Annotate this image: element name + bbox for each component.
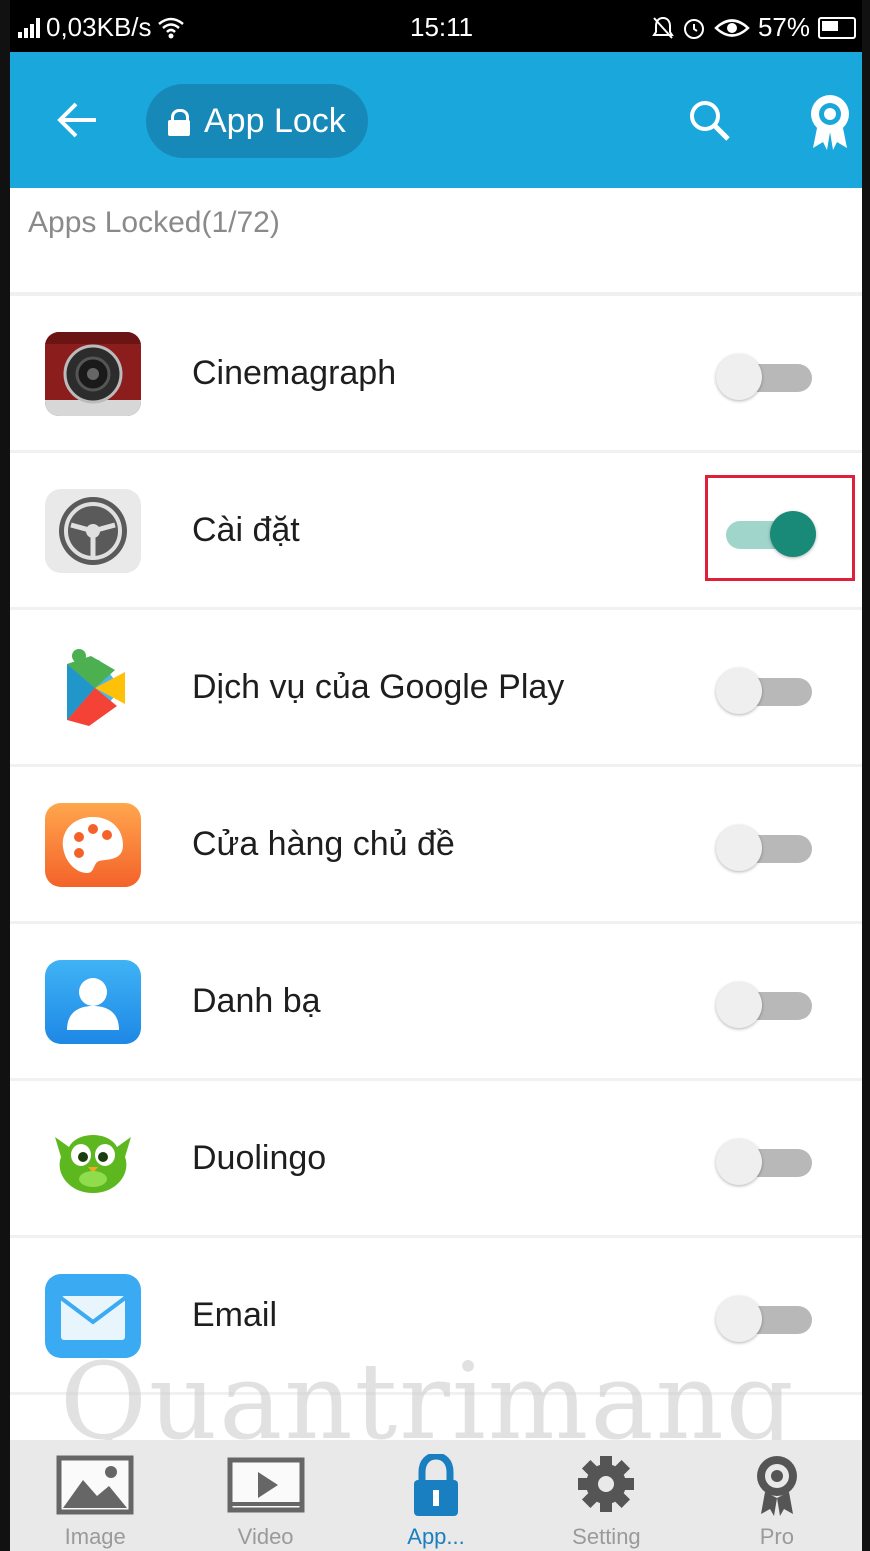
gear-icon <box>578 1456 635 1512</box>
status-left: 0,03KB/s <box>18 12 184 43</box>
app-row-duolingo[interactable]: Duolingo <box>10 1081 862 1238</box>
image-icon <box>56 1455 134 1515</box>
nav-label: Image <box>64 1524 126 1549</box>
lock-toggle[interactable] <box>716 354 814 400</box>
bell-off-icon <box>652 16 674 39</box>
phone-screen: 0,03KB/s 15:11 57% App Lock Apps Locked(… <box>0 0 870 1551</box>
app-row-cinemagraph[interactable]: Cinemagraph <box>10 296 862 453</box>
battery-percent: 57% <box>757 12 810 42</box>
device-frame-right <box>862 0 870 1551</box>
nav-app-lock[interactable]: App... <box>351 1440 521 1551</box>
theme-store-icon <box>45 803 141 887</box>
eye-icon <box>714 18 750 37</box>
nav-video[interactable]: Video <box>180 1440 350 1551</box>
signal-icon <box>18 17 40 38</box>
email-icon <box>45 1274 141 1358</box>
contacts-icon <box>45 960 141 1044</box>
clock: 15:11 <box>410 12 474 42</box>
award-icon <box>756 1456 797 1516</box>
wifi-icon <box>157 17 184 38</box>
app-name: Cửa hàng chủ đề <box>192 825 455 863</box>
settings-icon <box>45 489 141 573</box>
apps-locked-header: Apps Locked(1/72) <box>28 206 280 239</box>
nav-setting[interactable]: Setting <box>521 1440 691 1551</box>
cinemagraph-icon <box>45 332 141 416</box>
lock-toggle[interactable] <box>716 668 814 714</box>
lock-toggle[interactable] <box>716 1139 814 1185</box>
app-row-email[interactable]: Email <box>10 1238 862 1395</box>
app-row-theme-store[interactable]: Cửa hàng chủ đề <box>10 767 862 924</box>
app-row-settings[interactable]: Cài đặt <box>10 453 862 610</box>
lock-icon <box>168 109 190 136</box>
award-icon <box>811 95 849 150</box>
duolingo-icon <box>45 1117 141 1201</box>
pro-award-button[interactable] <box>805 92 855 152</box>
search-button[interactable] <box>685 96 733 144</box>
app-name: Danh bạ <box>192 982 321 1020</box>
google-play-services-icon <box>45 646 141 730</box>
page-title: App Lock <box>204 101 346 140</box>
lock-toggle[interactable] <box>716 511 816 557</box>
app-name: Duolingo <box>192 1139 327 1177</box>
app-name: Cài đặt <box>192 511 300 549</box>
search-icon <box>690 101 730 141</box>
nav-label: App... <box>407 1524 465 1549</box>
alarm-icon <box>683 18 704 39</box>
app-row-google-play-services[interactable]: Dịch vụ của Google Play <box>10 610 862 767</box>
app-name: Cinemagraph <box>192 354 397 392</box>
nav-label: Setting <box>572 1524 641 1549</box>
back-button[interactable] <box>50 92 106 148</box>
app-row-contacts[interactable]: Danh bạ <box>10 924 862 1081</box>
status-right: 57% <box>652 12 856 43</box>
title-pill[interactable]: App Lock <box>146 84 368 158</box>
arrow-left-icon <box>57 102 96 138</box>
video-icon <box>227 1457 305 1513</box>
lock-toggle[interactable] <box>716 825 814 871</box>
network-speed: 0,03KB/s <box>46 12 152 42</box>
nav-label: Video <box>237 1524 294 1549</box>
lock-icon <box>414 1454 459 1516</box>
bottom-nav: Image Video App... Setting Pro <box>10 1440 862 1551</box>
device-frame-left <box>0 0 10 1551</box>
nav-pro[interactable]: Pro <box>692 1440 862 1551</box>
status-bar: 0,03KB/s 15:11 57% <box>10 0 862 52</box>
app-name: Email <box>192 1296 278 1334</box>
battery-icon <box>818 16 856 39</box>
lock-toggle[interactable] <box>716 1296 814 1342</box>
app-bar: App Lock <box>10 52 862 188</box>
lock-toggle[interactable] <box>716 982 814 1028</box>
nav-label: Pro <box>759 1524 794 1549</box>
nav-image[interactable]: Image <box>10 1440 180 1551</box>
app-list: Cinemagraph Cài đặt Dịch vụ của Google P… <box>10 296 862 1395</box>
app-name: Dịch vụ của Google Play <box>192 668 565 706</box>
